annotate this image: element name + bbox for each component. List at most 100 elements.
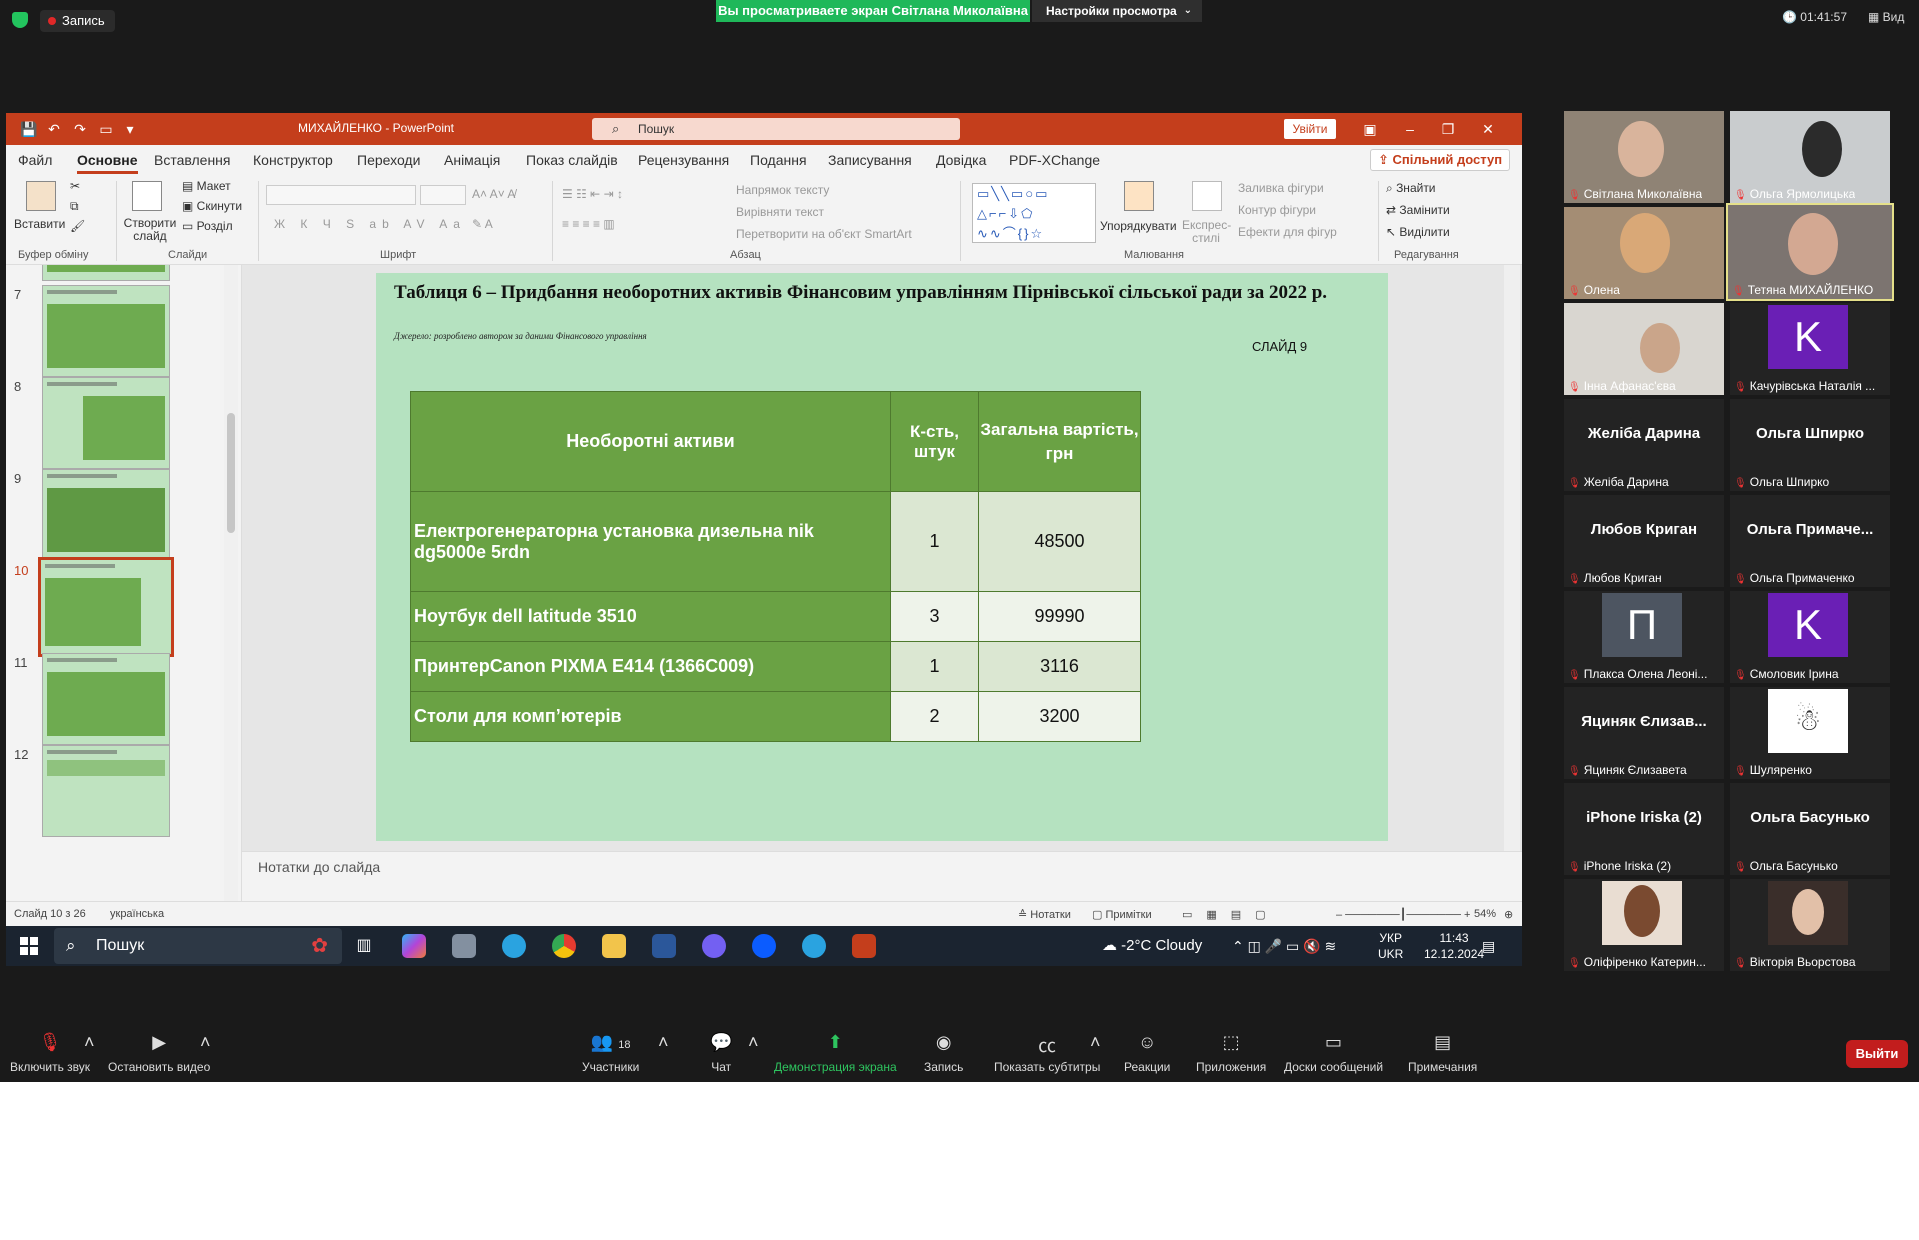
- viber-icon[interactable]: [702, 934, 726, 958]
- participant-tile[interactable]: Ольга Ярмолицька: [1730, 111, 1890, 203]
- captions-button[interactable]: ㏄ Показать субтитры: [994, 1032, 1100, 1074]
- quick-styles-icon[interactable]: [1192, 181, 1222, 211]
- view-button[interactable]: ▦ Вид: [1868, 10, 1904, 24]
- tab-insert[interactable]: Вставлення: [154, 152, 231, 168]
- language-switch[interactable]: УКР UKR: [1378, 930, 1403, 962]
- list-icons[interactable]: ☰ ☷ ⇤ ⇥ ↕: [562, 187, 623, 201]
- new-slide-button[interactable]: Створити слайд: [122, 217, 178, 243]
- tab-animations[interactable]: Анімація: [444, 152, 500, 168]
- section-button[interactable]: ▭ Розділ: [182, 219, 233, 233]
- participant-tile[interactable]: Ольга Шпирко Ольга Шпирко: [1730, 399, 1890, 491]
- tab-review[interactable]: Рецензування: [638, 152, 729, 168]
- assets-table[interactable]: Необоротні активи К-сть, штук Загальна в…: [410, 391, 1141, 742]
- slide-thumbnail-selected[interactable]: [38, 557, 174, 657]
- captions-options-chevron[interactable]: ˄: [1090, 1032, 1101, 1054]
- participants-button[interactable]: 👥 18 Участники: [582, 1032, 639, 1074]
- copilot-icon[interactable]: [402, 934, 426, 958]
- scrollbar-thumb[interactable]: [227, 413, 235, 533]
- cut-icon[interactable]: ✂: [70, 179, 80, 193]
- minimize-icon[interactable]: –: [1398, 119, 1422, 139]
- replace-button[interactable]: ⇄ Замінити: [1386, 203, 1450, 217]
- text-direction-button[interactable]: Напрямок тексту: [736, 183, 829, 197]
- task-view-icon[interactable]: ▥: [352, 934, 376, 958]
- zoom-app-icon[interactable]: [752, 934, 776, 958]
- weather-widget[interactable]: ☁ -2°C Cloudy: [1102, 936, 1202, 954]
- align-text-button[interactable]: Вирівняти текст: [736, 205, 824, 219]
- comments-toggle[interactable]: ▢ Примітки: [1092, 908, 1152, 921]
- participant-tile[interactable]: ☃ Шуляренко: [1730, 687, 1890, 779]
- find-button[interactable]: ⌕ Знайти: [1386, 181, 1436, 196]
- view-settings-dropdown[interactable]: Настройки просмотра ⌄: [1032, 0, 1202, 22]
- stop-video-button[interactable]: ▶ Остановить видео: [108, 1032, 210, 1074]
- view-mode-icons[interactable]: ▭▦▤▢: [1182, 908, 1280, 921]
- participant-tile[interactable]: Оліфіренко Катерин...: [1564, 879, 1724, 971]
- taskbar-clock[interactable]: 11:43 12.12.2024: [1424, 930, 1484, 962]
- grow-font-icon[interactable]: A˄ A˅ A̸: [472, 187, 515, 201]
- participant-tile[interactable]: K Смоловик Ірина: [1730, 591, 1890, 683]
- participant-tile[interactable]: Любов Криган Любов Криган: [1564, 495, 1724, 587]
- font-color-icon[interactable]: ✎ A: [472, 217, 493, 231]
- shape-outline-button[interactable]: Контур фігури: [1238, 203, 1316, 217]
- tab-transitions[interactable]: Переходи: [357, 152, 420, 168]
- taskbar-search[interactable]: ⌕ Пошук ✿: [54, 928, 342, 964]
- smartart-button[interactable]: Перетворити на об'єкт SmartArt: [736, 227, 912, 241]
- participant-tile[interactable]: Вікторія Вьорстова: [1730, 879, 1890, 971]
- sign-in-button[interactable]: Увійти: [1284, 119, 1336, 139]
- windows-start-icon[interactable]: [20, 937, 38, 955]
- participant-tile-active-speaker[interactable]: Тетяна МИХАЙЛЕНКО: [1726, 203, 1894, 301]
- reactions-button[interactable]: ☺ Реакции: [1124, 1032, 1170, 1074]
- leave-button[interactable]: Выйти: [1846, 1040, 1908, 1068]
- participant-tile[interactable]: Ольга Басунько Ольга Басунько: [1730, 783, 1890, 875]
- slide-thumbnail[interactable]: [42, 745, 170, 837]
- align-icons[interactable]: ≡ ≡ ≡ ≡ ▥: [562, 217, 615, 231]
- telegram-icon[interactable]: [502, 934, 526, 958]
- restore-icon[interactable]: ❐: [1436, 119, 1460, 139]
- participant-tile[interactable]: Желіба Дарина Желіба Дарина: [1564, 399, 1724, 491]
- recording-indicator[interactable]: Запись: [40, 10, 115, 32]
- customize-quick-access-icon[interactable]: ▾: [122, 121, 138, 137]
- tab-home[interactable]: Основне: [77, 152, 138, 174]
- quick-styles-button[interactable]: Експрес-стилі: [1182, 219, 1231, 245]
- ribbon-display-icon[interactable]: ▣: [1358, 119, 1382, 139]
- system-tray-icons[interactable]: ⌃ ◫ 🎤 ▭ 🔇 ≋: [1232, 938, 1336, 955]
- slide-thumbnail[interactable]: [42, 653, 170, 745]
- layout-button[interactable]: ▤ Макет: [182, 179, 231, 193]
- undo-icon[interactable]: ↶: [46, 121, 62, 137]
- arrange-icon[interactable]: [1124, 181, 1154, 211]
- participant-tile[interactable]: iPhone Iriska (2) iPhone Iriska (2): [1564, 783, 1724, 875]
- record-button[interactable]: ◉ Запись: [924, 1032, 963, 1074]
- slide-thumbnail[interactable]: [42, 469, 170, 561]
- chrome-icon[interactable]: [552, 934, 576, 958]
- tab-pdf-xchange[interactable]: PDF-XChange: [1009, 152, 1100, 168]
- notes-button[interactable]: ▤ Примечания: [1408, 1032, 1477, 1074]
- tab-view[interactable]: Подання: [750, 152, 807, 168]
- unmute-button[interactable]: 🎙 Включить звук: [10, 1032, 90, 1074]
- share-button[interactable]: ⇪ Спільний доступ: [1370, 149, 1510, 171]
- thumbnails-scrollbar[interactable]: [224, 265, 238, 901]
- shape-effects-button[interactable]: Ефекти для фігур: [1238, 225, 1337, 239]
- file-explorer-icon[interactable]: [602, 934, 626, 958]
- participant-tile[interactable]: Олена: [1564, 207, 1724, 299]
- audio-options-chevron[interactable]: ˄: [84, 1032, 95, 1054]
- close-icon[interactable]: ✕: [1476, 119, 1500, 139]
- participant-tile[interactable]: K Качурівська Наталія ...: [1730, 303, 1890, 395]
- chat-options-chevron[interactable]: ˄: [748, 1032, 759, 1054]
- share-screen-button[interactable]: ⬆ Демонстрация экрана: [774, 1032, 897, 1074]
- zoom-level[interactable]: 54%: [1474, 908, 1496, 920]
- video-options-chevron[interactable]: ˄: [200, 1032, 211, 1054]
- present-icon[interactable]: ▭: [98, 121, 114, 137]
- save-icon[interactable]: 💾: [20, 121, 37, 137]
- language-indicator[interactable]: українська: [110, 908, 164, 920]
- format-painter-icon[interactable]: 🖌: [70, 219, 85, 233]
- tab-file[interactable]: Файл: [18, 152, 52, 168]
- font-format-icons[interactable]: Ж К Ч S ab AV Aa: [274, 217, 466, 231]
- slide-scrollbar[interactable]: [1504, 265, 1520, 851]
- boards-button[interactable]: ▭ Доски сообщений: [1284, 1032, 1383, 1074]
- paste-icon[interactable]: [26, 181, 56, 211]
- notifications-icon[interactable]: ▤: [1482, 938, 1495, 955]
- tab-record[interactable]: Записування: [828, 152, 912, 168]
- shapes-gallery[interactable]: ▭╲╲▭○▭ △⌐⌐⇩⬠ ∿∿⌒{}☆: [972, 183, 1096, 243]
- select-button[interactable]: ↖ Виділити: [1386, 225, 1450, 239]
- participant-tile[interactable]: Яциняк Єлизав... Яциняк Єлизавета: [1564, 687, 1724, 779]
- fit-slide-icon[interactable]: ⊕: [1504, 908, 1513, 921]
